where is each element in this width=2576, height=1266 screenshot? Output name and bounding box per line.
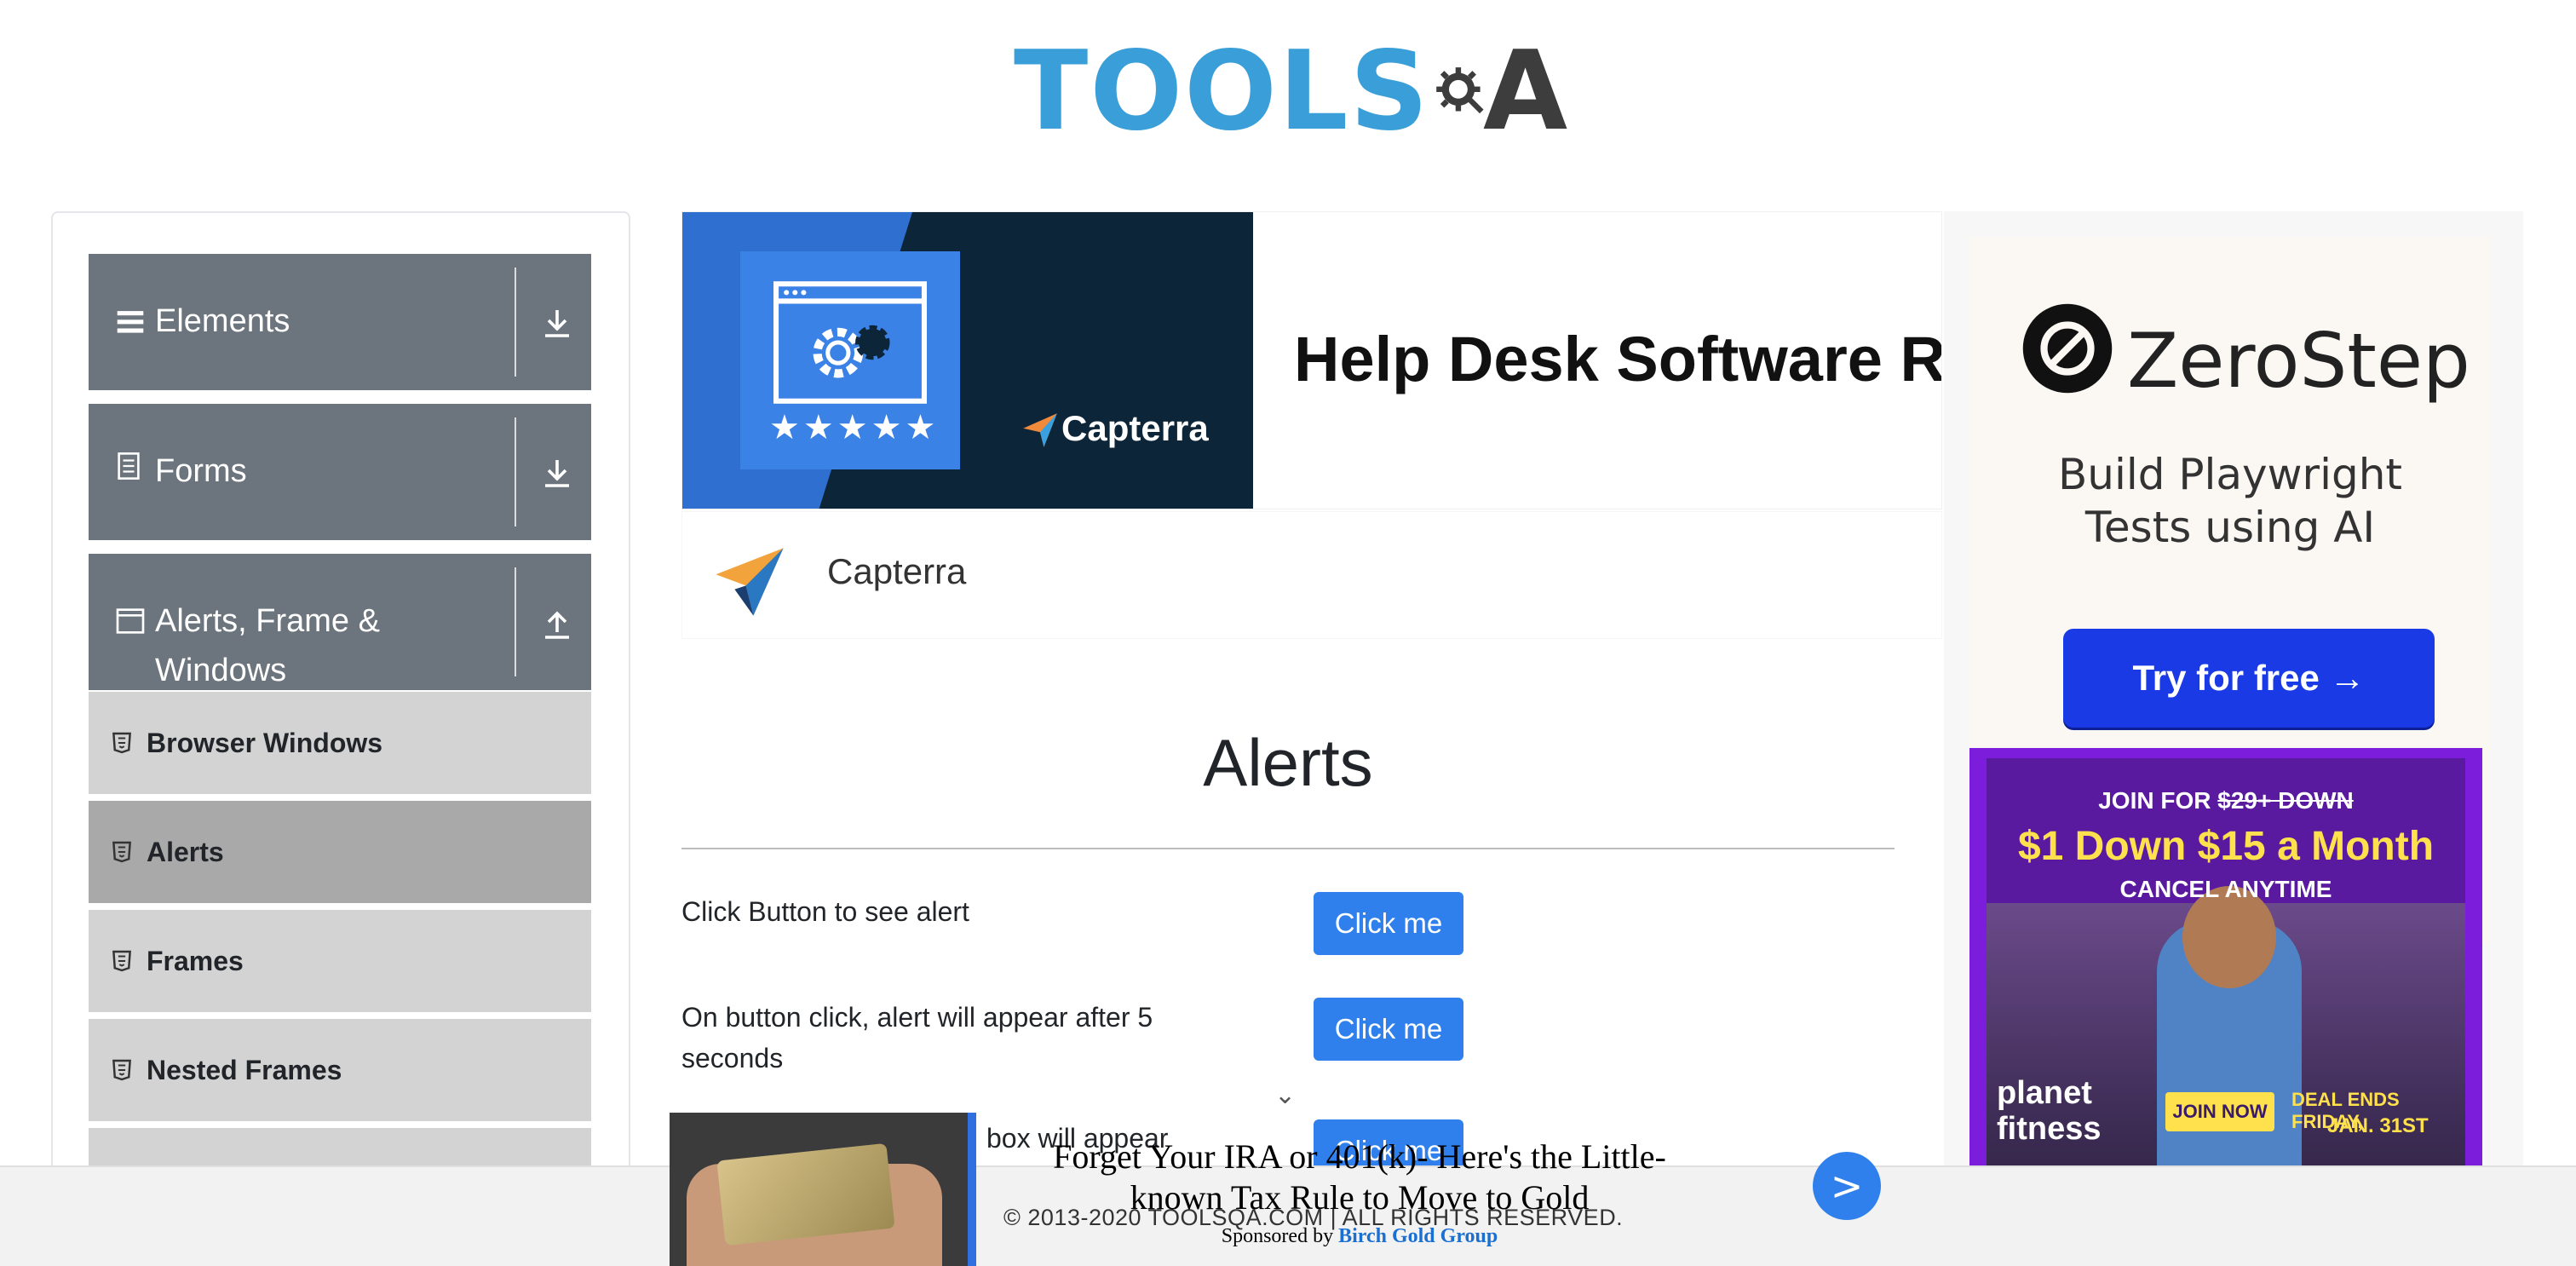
pf-deal-text: $1 Down $15 a Month bbox=[2017, 824, 2435, 869]
sponsored-prefix: Sponsored by bbox=[1221, 1225, 1334, 1247]
logo-text: TOOLS bbox=[1014, 28, 1430, 155]
try-for-free-button[interactable]: Try for free → bbox=[2063, 629, 2435, 728]
zerostep-brand: ZeroStep bbox=[2127, 317, 2470, 405]
sponsor-link[interactable]: Birch Gold Group bbox=[1338, 1225, 1498, 1247]
gold-bar-image bbox=[670, 1113, 976, 1266]
sidebar-item-nested-frames[interactable]: Nested Frames bbox=[89, 1019, 591, 1125]
banner-brand-row[interactable]: Capterra bbox=[681, 511, 1942, 639]
sidebar-item-alerts[interactable]: Alerts bbox=[89, 801, 591, 906]
settings-window-icon bbox=[773, 281, 927, 404]
software-card: ★★★★★ bbox=[740, 251, 960, 469]
banner-ad[interactable]: ★★★★★ Capterra Help Desk Software Rev bbox=[681, 211, 1942, 509]
html5-icon bbox=[112, 841, 131, 863]
divider bbox=[515, 417, 516, 527]
alert-row-label: Click Button to see alert bbox=[681, 896, 969, 927]
timer-alert-button[interactable]: Click me bbox=[1314, 998, 1463, 1061]
zerostep-tagline-line1: Build Playwright bbox=[2057, 450, 2403, 499]
sticky-ad-headline[interactable]: Forget Your IRA or 401(k)- Here's the Li… bbox=[1010, 1137, 1709, 1218]
hamburger-icon bbox=[117, 311, 144, 333]
pf-join-now-button[interactable]: JOIN NOW bbox=[2165, 1092, 2274, 1131]
pf-join-label: JOIN FOR bbox=[2098, 787, 2211, 814]
sidebar-item-label: Alerts bbox=[147, 836, 224, 867]
brand-label: Capterra bbox=[827, 551, 967, 591]
download-arrow-icon[interactable] bbox=[540, 457, 574, 491]
title-divider bbox=[681, 848, 1895, 849]
html5-icon bbox=[112, 950, 131, 972]
alert-button[interactable]: Click me bbox=[1314, 892, 1463, 955]
chevron-down-icon[interactable]: ⌄ bbox=[1274, 1080, 1296, 1110]
sidebar-item-browser-windows[interactable]: Browser Windows bbox=[89, 692, 591, 797]
pf-cancel-text: CANCEL ANYTIME bbox=[2119, 876, 2332, 902]
pf-old-price: $29+ DOWN bbox=[2217, 787, 2354, 814]
arrow-right-button[interactable]: > bbox=[1813, 1152, 1881, 1220]
upload-arrow-icon[interactable] bbox=[540, 607, 574, 641]
pf-join-text: JOIN FOR $29+ DOWN bbox=[1987, 787, 2465, 814]
pf-deal-ends-line2: JAN. 31ST bbox=[2327, 1114, 2429, 1137]
sticky-ad-sponsor-line: Sponsored by Birch Gold Group bbox=[1010, 1225, 1709, 1248]
banner-headline: Help Desk Software Rev bbox=[1294, 324, 1942, 394]
gear-magnifier-icon bbox=[1435, 67, 1484, 114]
group-header-alerts-frame-windows[interactable]: Alerts, Frame & Windows bbox=[89, 554, 591, 690]
page-title: Alerts bbox=[1203, 725, 1373, 800]
gold-bar bbox=[716, 1142, 895, 1246]
document-icon bbox=[118, 452, 140, 480]
group-title: Forms bbox=[155, 453, 247, 489]
five-stars: ★★★★★ bbox=[769, 408, 940, 447]
html5-icon bbox=[112, 1059, 131, 1081]
divider bbox=[515, 268, 516, 377]
html5-icon bbox=[112, 732, 131, 754]
sticky-bottom-ad[interactable]: Forget Your IRA or 401(k)- Here's the Li… bbox=[670, 1113, 1883, 1266]
group-header-forms[interactable]: Forms bbox=[89, 404, 591, 540]
download-arrow-icon[interactable] bbox=[540, 307, 574, 341]
window-icon bbox=[116, 608, 145, 634]
group-title-line2: Windows bbox=[155, 653, 287, 688]
sidebar-item-label: Frames bbox=[147, 945, 244, 976]
zerostep-logo-icon bbox=[2022, 303, 2113, 394]
logo-text-a: A bbox=[1482, 28, 1567, 155]
divider bbox=[515, 567, 516, 676]
capterra-logo-icon bbox=[716, 548, 784, 616]
capterra-logo-text: Capterra bbox=[1061, 408, 1209, 448]
zerostep-tagline-line2: Tests using AI bbox=[2084, 503, 2376, 552]
sidebar-item-label: Nested Frames bbox=[147, 1054, 342, 1085]
capterra-arrow-icon bbox=[1023, 413, 1057, 447]
right-ad-column[interactable]: ZeroStep Build Playwright Tests using AI… bbox=[1944, 211, 2523, 1266]
timer-alert-row-label: On button click, alert will appear after… bbox=[681, 1002, 1153, 1073]
sidebar-item-label: Browser Windows bbox=[147, 727, 383, 758]
banner-ad-image: ★★★★★ Capterra bbox=[682, 212, 1253, 509]
pf-brand-line2: fitness bbox=[1997, 1111, 2102, 1147]
pf-brand-line1: planet bbox=[1997, 1075, 2092, 1111]
left-sidebar: Elements Forms Alerts, Frame & Windows B… bbox=[51, 211, 630, 1266]
group-title: Elements bbox=[155, 303, 290, 339]
sidebar-item-frames[interactable]: Frames bbox=[89, 910, 591, 1016]
group-title-line1: Alerts, Frame & bbox=[155, 603, 380, 639]
site-logo[interactable]: TOOLS A bbox=[1014, 24, 1567, 160]
group-header-elements[interactable]: Elements bbox=[89, 254, 591, 390]
